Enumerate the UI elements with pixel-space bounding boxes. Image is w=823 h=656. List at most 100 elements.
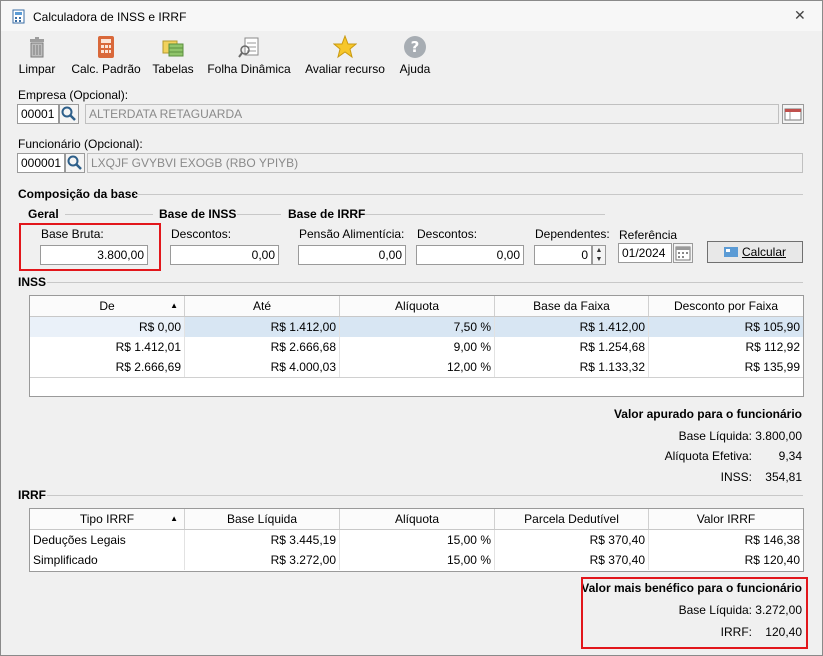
limpar-label: Limpar (18, 62, 56, 76)
window-title: Calculadora de INSS e IRRF (33, 10, 187, 24)
dynamic-sheet-icon (238, 37, 259, 58)
calc-padrao-label: Calc. Padrão (71, 62, 141, 76)
empresa-name-field: ALTERDATA RETAGUARDA (85, 104, 779, 124)
irrf-summary-highlight (581, 577, 808, 649)
table-row[interactable]: Simplificado R$ 3.272,00 15,00 % R$ 370,… (30, 550, 803, 570)
empresa-search-button[interactable] (59, 104, 79, 124)
descontos-irrf-input[interactable]: 0,00 (416, 245, 524, 265)
referencia-input[interactable]: 01/2024 (618, 243, 672, 263)
irrf-title: IRRF (18, 488, 46, 502)
irrf-header: Tipo IRRF ▲ Base Líquida Alíquota Parcela… (30, 509, 803, 530)
limpar-button[interactable]: Limpar (15, 35, 59, 77)
base-inss-title: Base de INSS (159, 207, 237, 221)
folha-dinamica-label: Folha Dinâmica (207, 62, 291, 76)
inss-col-base-faixa[interactable]: Base da Faixa (495, 296, 649, 316)
table-row[interactable]: Deduções Legais R$ 3.445,19 15,00 % R$ 3… (30, 530, 803, 550)
irrf-col-base-liquida[interactable]: Base Líquida (185, 509, 340, 529)
base-irrf-title: Base de IRRF (288, 207, 366, 221)
funcionario-name-field: LXQJF GVYBVI EXOGB (RBO YPIYB) (87, 153, 803, 173)
inss-aliquota-value: 9,34 (778, 449, 802, 463)
inss-base-liquida-value: 3.800,00 (755, 429, 802, 443)
inss-base-liquida-label: Base Líquida: (678, 429, 752, 443)
table-cell: R$ 135,99 (744, 360, 800, 374)
ajuda-button[interactable]: ? Ajuda (397, 35, 433, 77)
table-row[interactable]: R$ 0,00 R$ 1.412,00 7,50 % R$ 1.412,00 R… (30, 317, 803, 337)
descontos-inss-input[interactable]: 0,00 (170, 245, 279, 265)
table-cell: R$ 1.254,68 (495, 337, 649, 357)
inss-separator (47, 282, 803, 283)
base-inss-separator (237, 214, 281, 215)
table-cell: R$ 1.133,32 (495, 357, 649, 377)
table-cell: R$ 105,90 (649, 317, 803, 337)
table-cell: 15,00 % (340, 550, 495, 570)
dependentes-input[interactable]: 0 (534, 245, 592, 265)
inss-col-desconto-faixa[interactable]: Desconto por Faixa (649, 296, 803, 316)
table-cell: 15,00 % (340, 530, 495, 550)
inss-table: De ▲ Até Alíquota Base da Faixa Desconto … (29, 295, 804, 397)
table-cell: R$ 3.445,19 (185, 530, 340, 550)
avaliar-recurso-button[interactable]: Avaliar recurso (303, 35, 387, 77)
funcionario-search-button[interactable] (65, 153, 85, 173)
calendar-icon (675, 246, 691, 261)
table-row[interactable]: R$ 1.412,01 R$ 2.666,68 9,00 % R$ 1.254,… (30, 337, 803, 357)
table-cell: R$ 3.272,00 (185, 550, 340, 570)
table-cell: R$ 0,00 (30, 317, 185, 337)
table-cell: 7,50 % (340, 317, 495, 337)
geral-title: Geral (28, 207, 59, 221)
sort-asc-icon: ▲ (170, 301, 178, 310)
referencia-label: Referência (619, 228, 678, 242)
inss-col-aliquota[interactable]: Alíquota (340, 296, 495, 316)
referencia-calendar-button[interactable] (673, 243, 693, 263)
inss-total-label: INSS: (720, 470, 752, 484)
calc-padrao-button[interactable]: Calc. Padrão (67, 35, 145, 77)
star-icon (333, 35, 357, 59)
table-cell: R$ 112,92 (745, 340, 801, 354)
table-cell: R$ 2.666,69 (30, 357, 185, 377)
descontos-inss-label: Descontos: (171, 227, 232, 241)
dependentes-spinner[interactable]: ▲ ▼ (592, 245, 606, 265)
tabelas-button[interactable]: Tabelas (151, 35, 195, 77)
tabelas-label: Tabelas (152, 62, 194, 76)
table-cell: R$ 4.000,03 (185, 357, 340, 377)
funcionario-code-input[interactable]: 000001 (17, 153, 65, 173)
search-icon (67, 155, 82, 170)
irrf-col-tipo[interactable]: Tipo IRRF ▲ (30, 509, 185, 529)
empresa-list-button[interactable] (782, 104, 804, 124)
ajuda-label: Ajuda (399, 62, 431, 76)
table-footer-line (30, 377, 803, 378)
inss-title: INSS (18, 275, 47, 289)
irrf-col-valor[interactable]: Valor IRRF (649, 509, 803, 529)
help-icon: ? (404, 36, 426, 58)
table-cell: R$ 370,40 (495, 550, 649, 570)
irrf-separator (47, 495, 803, 496)
inss-aliquota-label: Alíquota Efetiva: (664, 449, 752, 463)
tables-icon (162, 40, 184, 57)
base-bruta-highlight (19, 223, 161, 271)
calcular-button[interactable]: Calcular (707, 241, 803, 263)
table-cell: R$ 370,40 (495, 530, 649, 550)
descontos-irrf-label: Descontos: (417, 227, 478, 241)
irrf-col-aliquota[interactable]: Alíquota (340, 509, 495, 529)
close-icon[interactable]: ✕ (794, 7, 806, 24)
trash-icon (30, 37, 44, 58)
inss-col-ate[interactable]: Até (185, 296, 340, 316)
empresa-code-input[interactable]: 00001 (17, 104, 59, 124)
composicao-title: Composição da base (18, 187, 139, 201)
folha-dinamica-button[interactable]: Folha Dinâmica (205, 35, 293, 77)
table-cell: R$ 120,40 (744, 553, 800, 567)
table-cell: 12,00 % (340, 357, 495, 377)
table-cell: Simplificado (30, 550, 185, 570)
sort-asc-icon: ▲ (170, 514, 178, 523)
table-cell: R$ 146,38 (744, 533, 800, 547)
table-cell: R$ 2.666,68 (185, 337, 340, 357)
inss-total-value: 354,81 (765, 470, 802, 484)
inss-col-de[interactable]: De ▲ (30, 296, 185, 316)
calculator-window: Calculadora de INSS e IRRF ✕ Limpar Calc… (0, 0, 823, 656)
search-icon (61, 106, 76, 121)
table-row[interactable]: R$ 2.666,69 R$ 4.000,03 12,00 % R$ 1.133… (30, 357, 803, 377)
pensao-input[interactable]: 0,00 (298, 245, 406, 265)
table-icon (784, 108, 802, 121)
calculator-icon (98, 36, 114, 58)
irrf-col-parcela[interactable]: Parcela Dedutível (495, 509, 649, 529)
table-cell: Deduções Legais (30, 530, 185, 550)
